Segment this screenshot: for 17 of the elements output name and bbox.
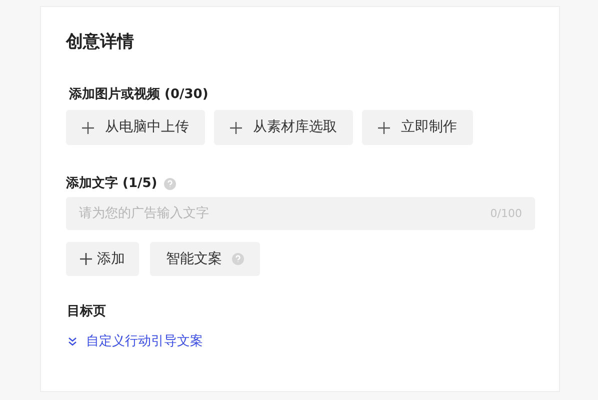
media-button[interactable]: 从素材库选取 <box>214 110 353 145</box>
help-icon <box>232 253 244 265</box>
plus-icon <box>378 122 390 134</box>
double-chevron-down-icon <box>68 337 77 346</box>
plus-icon <box>80 253 92 265</box>
smart-copy-button[interactable]: 智能文案 <box>150 242 260 276</box>
cta-text-link[interactable]: 自定义行动引导文案 <box>86 332 203 352</box>
media-button[interactable]: 立即制作 <box>362 110 473 145</box>
field-label: 目标页 <box>67 303 106 321</box>
field-label: 添加文字 (1/5) <box>66 175 158 193</box>
plus-icon <box>82 122 94 134</box>
section-title: 创意详情 <box>66 31 134 54</box>
help-icon <box>164 178 176 190</box>
add-button[interactable]: 添加 <box>66 242 139 276</box>
plus-icon <box>230 122 242 134</box>
field-label: 添加图片或视频 (0/30) <box>69 86 208 104</box>
media-button[interactable]: 从电脑中上传 <box>66 110 205 145</box>
